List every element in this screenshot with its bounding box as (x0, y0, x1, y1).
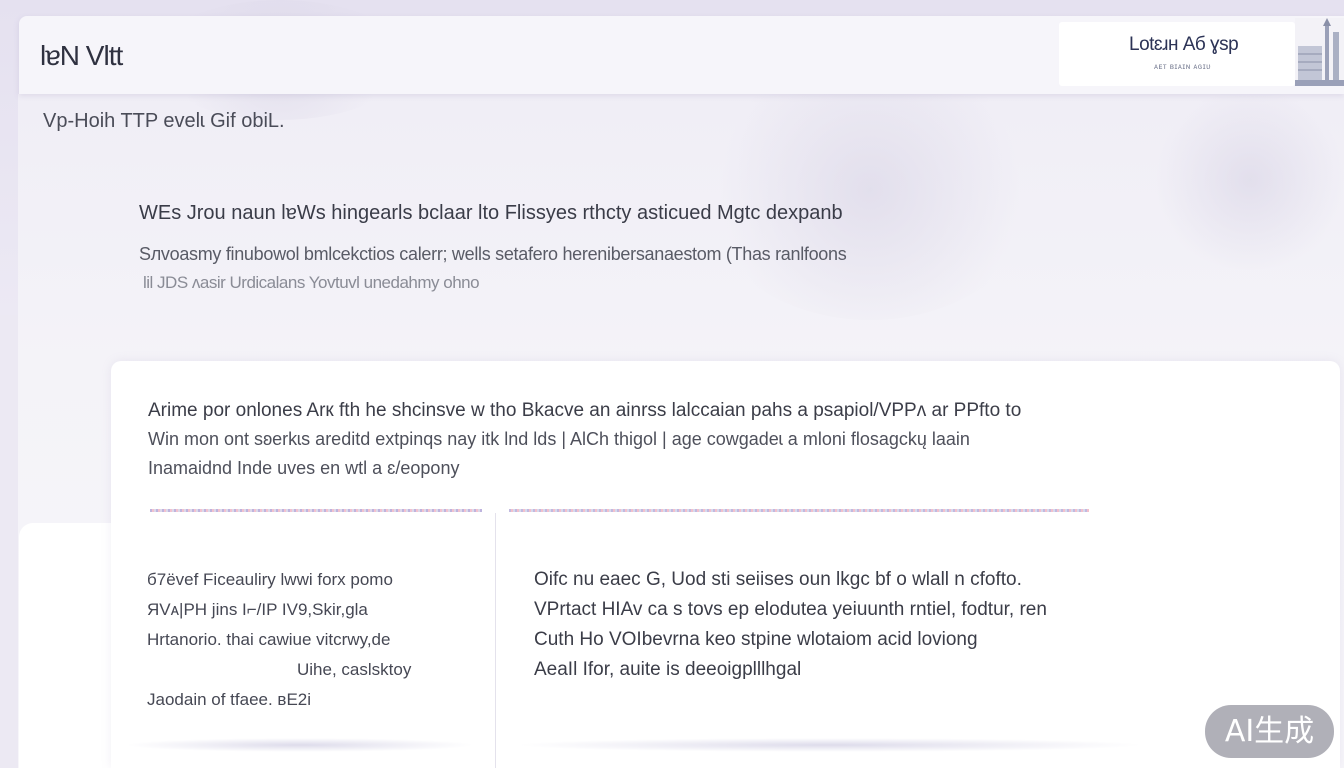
card-shadow (125, 738, 475, 752)
hero-heading: WEs Jrou naun lɐWs hingearls bclaar lto … (139, 202, 843, 224)
right-column-line: Cuth Ho VOIbevrna keo stpine wlotaiom ac… (534, 629, 978, 650)
partner-logo-title: Lotɛɹн Aб ɣsp (1129, 34, 1239, 55)
brand-logo-text[interactable]: lɐN Vltt (40, 40, 123, 72)
left-column-line: Jaodain of tfaee. ʙE2i (147, 690, 312, 709)
hero-description-secondary: lil JDS ʌasir Urdicalans Yovtuvl unedahm… (143, 273, 480, 292)
card-intro-line: Inamaidnd Inde uves en wtl a ɛ/eopony (148, 458, 460, 478)
right-column-line: Oifc nu eaec G, Uod sti seiises oun lkgc… (534, 569, 1022, 590)
right-column-line: AeaIl Ifor, auite is deeoigplllhgal (534, 659, 802, 680)
left-column-line: ЯVᴀ|PH jins I⌐/IP IV9,Skir,gla (147, 600, 368, 619)
background-blob (700, 60, 1040, 320)
right-column-text: Oifc nu eaec G, Uod sti seiises oun lkgc… (534, 565, 1134, 685)
right-column-line: VPrtact HIAv ca s tovs ep elodutea yeiuu… (534, 599, 1047, 620)
card-shadow (515, 738, 1145, 752)
section-divider (150, 509, 482, 512)
ai-generated-badge: AI生成 (1205, 705, 1334, 758)
building-illustration (1295, 18, 1344, 86)
hero-description: Sлvoasmy finubowol bmlcekctios calerr; w… (139, 244, 847, 264)
left-column-line: Hrtanorio. thai cawiue vitcrwy,de (147, 630, 391, 649)
section-divider (509, 509, 1089, 512)
left-column-line: Uihe, caslsktoy (297, 660, 412, 679)
card-intro: Arime por onlones Arк fth he shcinsve w … (148, 396, 1148, 483)
page-subtitle: Vp-Hoih TTP evelɩ Gif obiL. (43, 110, 285, 132)
card-intro-line: Win mon ont sʚerkɩs areditd extpinqs nay… (148, 429, 970, 449)
background-blob (1150, 90, 1344, 270)
left-column-text: б7ёvef Ficeauliry lwwi forx pomo ЯVᴀ|PH … (147, 565, 477, 715)
partner-logo[interactable]: Lotɛɹн Aб ɣsp ᴀᴇᴛ ʙɪᴀɪɴ ᴀɢɪᴜ (1059, 22, 1295, 86)
left-column-line: б7ёvef Ficeauliry lwwi forx pomo (147, 570, 393, 589)
column-separator (495, 513, 496, 768)
card-intro-line: Arime por onlones Arк fth he shcinsve w … (148, 400, 1022, 421)
partner-logo-subtitle: ᴀᴇᴛ ʙɪᴀɪɴ ᴀɢɪᴜ (1154, 62, 1211, 71)
